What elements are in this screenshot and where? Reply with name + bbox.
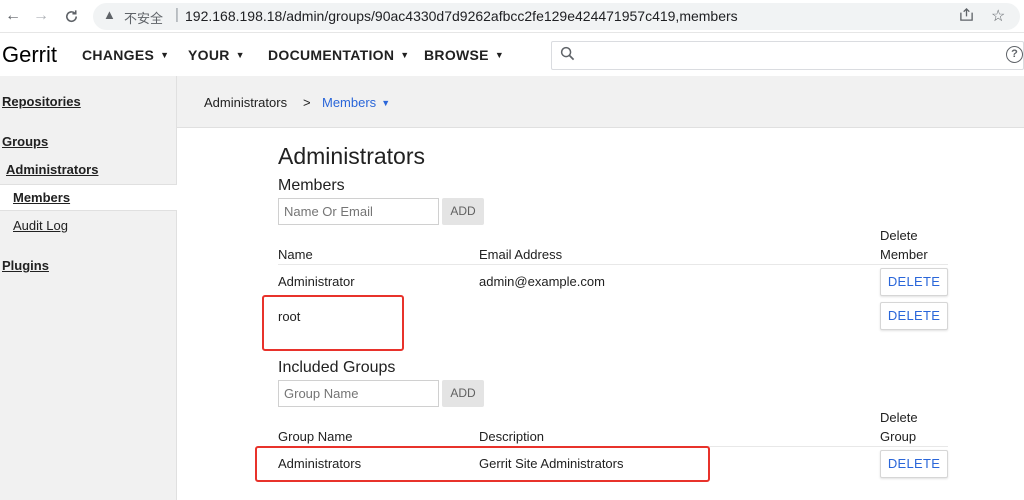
search-input[interactable] xyxy=(551,41,1024,70)
back-arrow-icon[interactable]: ← xyxy=(3,6,23,26)
gerrit-logo[interactable]: Gerrit xyxy=(2,42,57,68)
search-icon xyxy=(560,46,575,65)
menu-documentation[interactable]: DOCUMENTATION ▼ xyxy=(268,47,409,63)
menu-your[interactable]: YOUR ▼ xyxy=(188,47,245,63)
column-delete-group: Delete Group xyxy=(880,408,918,446)
not-secure-label[interactable]: 不安全 xyxy=(124,8,163,27)
menu-changes-label: CHANGES xyxy=(82,47,155,63)
member-email-cell: admin@example.com xyxy=(479,274,605,289)
delete-group-button[interactable]: DELETE xyxy=(880,450,948,478)
breadcrumb-current[interactable]: Members ▼ xyxy=(322,95,390,110)
chevron-down-icon: ▼ xyxy=(160,50,170,60)
warning-icon[interactable]: ▲ xyxy=(103,7,116,22)
url-text[interactable]: 192.168.198.18/admin/groups/90ac4330d7d9… xyxy=(185,8,738,24)
breadcrumb-group[interactable]: Administrators xyxy=(204,95,287,110)
column-email: Email Address xyxy=(479,247,563,262)
chevron-down-icon: ▼ xyxy=(400,50,410,60)
sidebar-item-plugins[interactable]: Plugins xyxy=(2,258,49,273)
column-group-label: Group xyxy=(880,429,917,444)
bookmark-star-icon[interactable]: ☆ xyxy=(991,6,1005,26)
delete-member-button[interactable]: DELETE xyxy=(880,302,948,330)
delete-member-button[interactable]: DELETE xyxy=(880,268,948,296)
menu-browse[interactable]: BROWSE ▼ xyxy=(424,47,504,63)
column-delete-label: Delete xyxy=(880,410,918,425)
member-name-input[interactable] xyxy=(278,198,439,225)
address-bar[interactable]: ▲ 不安全 | 192.168.198.18/admin/groups/90ac… xyxy=(93,3,1020,30)
column-name: Name xyxy=(278,247,313,262)
chevron-down-icon: ▼ xyxy=(494,50,505,60)
reload-icon[interactable] xyxy=(61,6,81,26)
app-header: Gerrit CHANGES ▼ YOUR ▼ DOCUMENTATION ▼ BRO… xyxy=(0,33,1024,76)
chevron-down-icon: ▼ xyxy=(235,50,245,60)
column-group-name: Group Name xyxy=(278,429,353,444)
sidebar-item-group-administrators[interactable]: Administrators xyxy=(6,162,98,177)
members-section-title: Members xyxy=(278,177,345,194)
sidebar-item-audit-log[interactable]: Audit Log xyxy=(13,218,68,233)
forward-arrow-icon[interactable]: → xyxy=(31,6,51,26)
included-groups-section-title: Included Groups xyxy=(278,359,396,376)
column-member-label: Member xyxy=(880,247,928,262)
sidebar-item-members[interactable]: Members xyxy=(13,190,70,205)
menu-changes[interactable]: CHANGES ▼ xyxy=(82,47,169,63)
chevron-down-icon: ▼ xyxy=(381,98,391,108)
annotation-highlight-group-row xyxy=(255,446,710,482)
share-icon[interactable] xyxy=(959,7,974,26)
add-member-button[interactable]: ADD xyxy=(442,198,484,225)
main-content: Administrators Members ADD Name Email Ad… xyxy=(177,128,1024,500)
column-delete-label: Delete xyxy=(880,228,918,243)
annotation-highlight-root xyxy=(262,295,404,351)
breadcrumb-current-label: Members xyxy=(322,95,377,110)
column-description: Description xyxy=(479,429,545,444)
sidebar-item-groups[interactable]: Groups xyxy=(2,134,48,149)
add-group-button[interactable]: ADD xyxy=(442,380,484,407)
sidebar: Repositories Groups Administrators Membe… xyxy=(0,76,177,500)
group-name-input[interactable] xyxy=(278,380,439,407)
column-delete-member: Delete Member xyxy=(880,226,928,264)
breadcrumb-separator: > xyxy=(303,95,311,110)
url-separator: | xyxy=(175,6,179,23)
member-name-cell[interactable]: Administrator xyxy=(278,274,355,289)
browser-toolbar: ← → ▲ 不安全 | 192.168.198.18/admin/groups/… xyxy=(0,0,1024,33)
page-title: Administrators xyxy=(278,143,425,169)
menu-browse-label: BROWSE xyxy=(424,47,489,63)
help-icon[interactable]: ? xyxy=(1006,46,1023,63)
menu-your-label: YOUR xyxy=(188,47,230,63)
sidebar-item-repositories[interactable]: Repositories xyxy=(2,94,81,109)
table-header-divider xyxy=(278,264,948,265)
menu-documentation-label: DOCUMENTATION xyxy=(268,47,395,63)
breadcrumb: Administrators > Members ▼ xyxy=(177,76,1024,128)
